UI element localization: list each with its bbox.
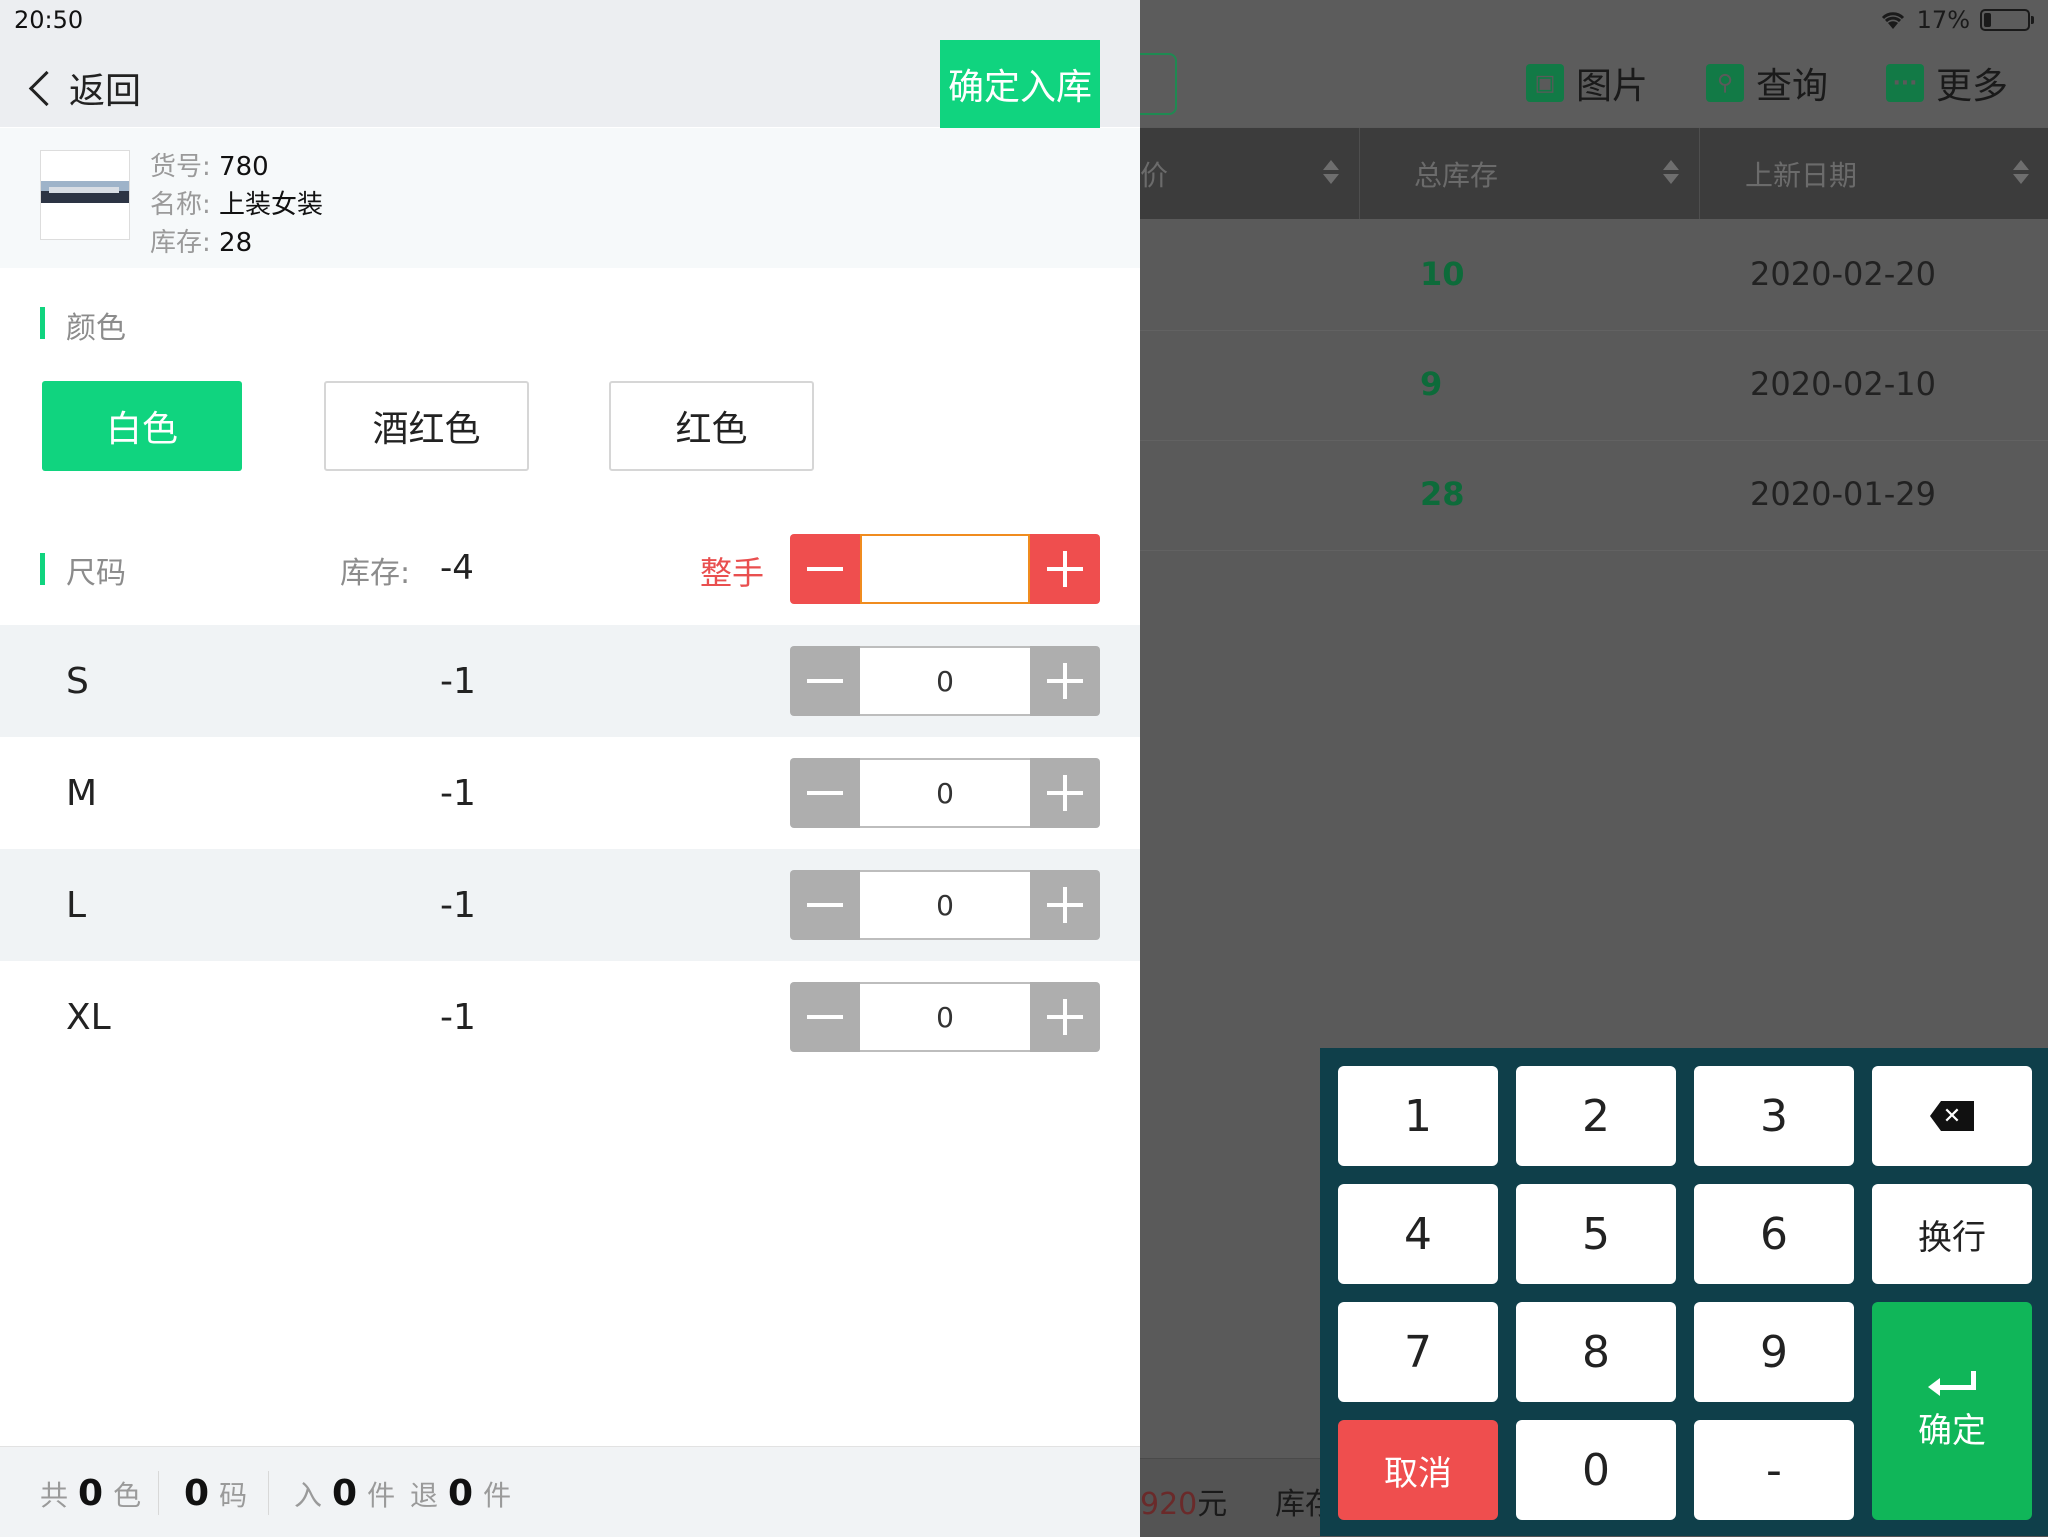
size-row-s: S -1 0 bbox=[0, 625, 1140, 737]
product-stock: 库存: 28 bbox=[150, 228, 253, 258]
key-8[interactable]: 8 bbox=[1516, 1302, 1676, 1402]
table-row: 10 2020-02-20 bbox=[1140, 220, 2048, 331]
quantity-input[interactable]: 0 bbox=[860, 646, 1030, 716]
back-button[interactable]: 返回 bbox=[28, 62, 141, 114]
key-4[interactable]: 4 bbox=[1338, 1184, 1498, 1284]
enter-icon bbox=[1928, 1370, 1976, 1396]
backspace-key[interactable]: ✕ bbox=[1872, 1066, 2032, 1166]
column-divider bbox=[1359, 128, 1360, 219]
decrement-button[interactable] bbox=[790, 870, 860, 940]
confirm-stock-in-button[interactable]: 确定入库 bbox=[940, 40, 1100, 128]
quantity-stepper: 0 bbox=[790, 982, 1100, 1052]
chevron-left-icon bbox=[28, 70, 65, 106]
whole-hand-stepper bbox=[790, 534, 1100, 604]
summary-footer: 共0色 0码 入0件 退0件 bbox=[0, 1446, 1140, 1537]
section-marker bbox=[40, 553, 45, 585]
size-stock-value: -4 bbox=[440, 548, 474, 588]
key-7[interactable]: 7 bbox=[1338, 1302, 1498, 1402]
decrement-button[interactable] bbox=[790, 982, 860, 1052]
product-thumbnail[interactable] bbox=[40, 150, 130, 240]
size-section-title: 尺码 bbox=[66, 556, 126, 591]
key-2[interactable]: 2 bbox=[1516, 1066, 1676, 1166]
footer-amount: 920元 bbox=[1140, 1487, 1228, 1522]
summary-in: 入0件 bbox=[294, 1473, 396, 1514]
summary-sizes: 0码 bbox=[184, 1473, 248, 1514]
decrement-button[interactable] bbox=[790, 758, 860, 828]
divider bbox=[158, 1471, 159, 1515]
decrement-button[interactable] bbox=[790, 646, 860, 716]
increment-button[interactable] bbox=[1030, 646, 1100, 716]
key-1[interactable]: 1 bbox=[1338, 1066, 1498, 1166]
table-row: 9 2020-02-10 bbox=[1140, 330, 2048, 441]
stock-in-panel: 返回 确定入库 货号: 780 名称: 上装女装 库存: 28 颜色 白色 酒红… bbox=[0, 0, 1140, 1537]
column-divider bbox=[1699, 128, 1700, 219]
whole-hand-label: 整手 bbox=[700, 554, 765, 592]
section-marker bbox=[40, 307, 45, 339]
increment-button[interactable] bbox=[1030, 870, 1100, 940]
increment-button[interactable] bbox=[1030, 534, 1100, 604]
toolbar-more-button: ··· 更多 bbox=[1886, 56, 2008, 110]
size-row-xl: XL -1 0 bbox=[0, 961, 1140, 1073]
summary-colors: 共0色 bbox=[40, 1473, 142, 1514]
status-indicators: 17% bbox=[1879, 6, 2034, 34]
key-minus[interactable]: - bbox=[1694, 1420, 1854, 1520]
product-name: 名称: 上装女装 bbox=[150, 190, 324, 220]
divider bbox=[268, 1471, 269, 1515]
key-6[interactable]: 6 bbox=[1694, 1184, 1854, 1284]
product-info: 货号: 780 名称: 上装女装 库存: 28 bbox=[0, 128, 1140, 268]
increment-button[interactable] bbox=[1030, 758, 1100, 828]
status-time: 20:50 bbox=[14, 6, 84, 34]
quantity-stepper: 0 bbox=[790, 646, 1100, 716]
confirm-key[interactable]: 确定 bbox=[1872, 1302, 2032, 1520]
table-row: 28 2020-01-29 bbox=[1140, 440, 2048, 551]
backspace-icon: ✕ bbox=[1930, 1101, 1974, 1131]
color-section-title: 颜色 bbox=[66, 311, 126, 346]
summary-return: 退0件 bbox=[410, 1473, 512, 1514]
wifi-icon bbox=[1881, 12, 1904, 29]
column-header-price: 价 bbox=[1140, 158, 1169, 192]
quantity-input[interactable]: 0 bbox=[860, 870, 1030, 940]
quantity-input[interactable]: 0 bbox=[860, 982, 1030, 1052]
quantity-input[interactable]: 0 bbox=[860, 758, 1030, 828]
color-option-wine-red[interactable]: 酒红色 bbox=[324, 381, 529, 471]
whole-hand-input[interactable] bbox=[860, 534, 1030, 604]
sort-icon bbox=[1662, 158, 1680, 188]
key-0[interactable]: 0 bbox=[1516, 1420, 1676, 1520]
color-option-white[interactable]: 白色 bbox=[42, 381, 242, 471]
size-row-m: M -1 0 bbox=[0, 737, 1140, 849]
newline-key[interactable]: 换行 bbox=[1872, 1184, 2032, 1284]
nav-bar: 返回 确定入库 bbox=[0, 0, 1140, 128]
key-5[interactable]: 5 bbox=[1516, 1184, 1676, 1284]
more-icon: ··· bbox=[1886, 64, 1924, 102]
key-3[interactable]: 3 bbox=[1694, 1066, 1854, 1166]
battery-icon bbox=[1980, 9, 2034, 31]
quantity-stepper: 0 bbox=[790, 758, 1100, 828]
column-header-new-date: 上新日期 bbox=[1745, 158, 1858, 192]
size-row-l: L -1 0 bbox=[0, 849, 1140, 961]
product-code: 货号: 780 bbox=[150, 152, 269, 182]
numeric-keypad: 1 2 3 ✕ 4 5 6 换行 7 8 9 确定 取消 0 - bbox=[1320, 1048, 2048, 1536]
cancel-key[interactable]: 取消 bbox=[1338, 1420, 1498, 1520]
decrement-button[interactable] bbox=[790, 534, 860, 604]
toolbar-image-button: ▣ 图片 bbox=[1526, 56, 1648, 110]
color-option-red[interactable]: 红色 bbox=[609, 381, 814, 471]
key-9[interactable]: 9 bbox=[1694, 1302, 1854, 1402]
size-stock-label: 库存: bbox=[340, 556, 411, 591]
sort-icon bbox=[2012, 158, 2030, 188]
battery-percent: 17% bbox=[1916, 6, 1970, 34]
toolbar-search-button: ⚲ 查询 bbox=[1706, 56, 1828, 110]
sort-icon bbox=[1322, 158, 1340, 188]
increment-button[interactable] bbox=[1030, 982, 1100, 1052]
image-icon: ▣ bbox=[1526, 64, 1564, 102]
column-header-total-stock: 总库存 bbox=[1414, 158, 1499, 192]
quantity-stepper: 0 bbox=[790, 870, 1100, 940]
search-icon: ⚲ bbox=[1706, 64, 1744, 102]
